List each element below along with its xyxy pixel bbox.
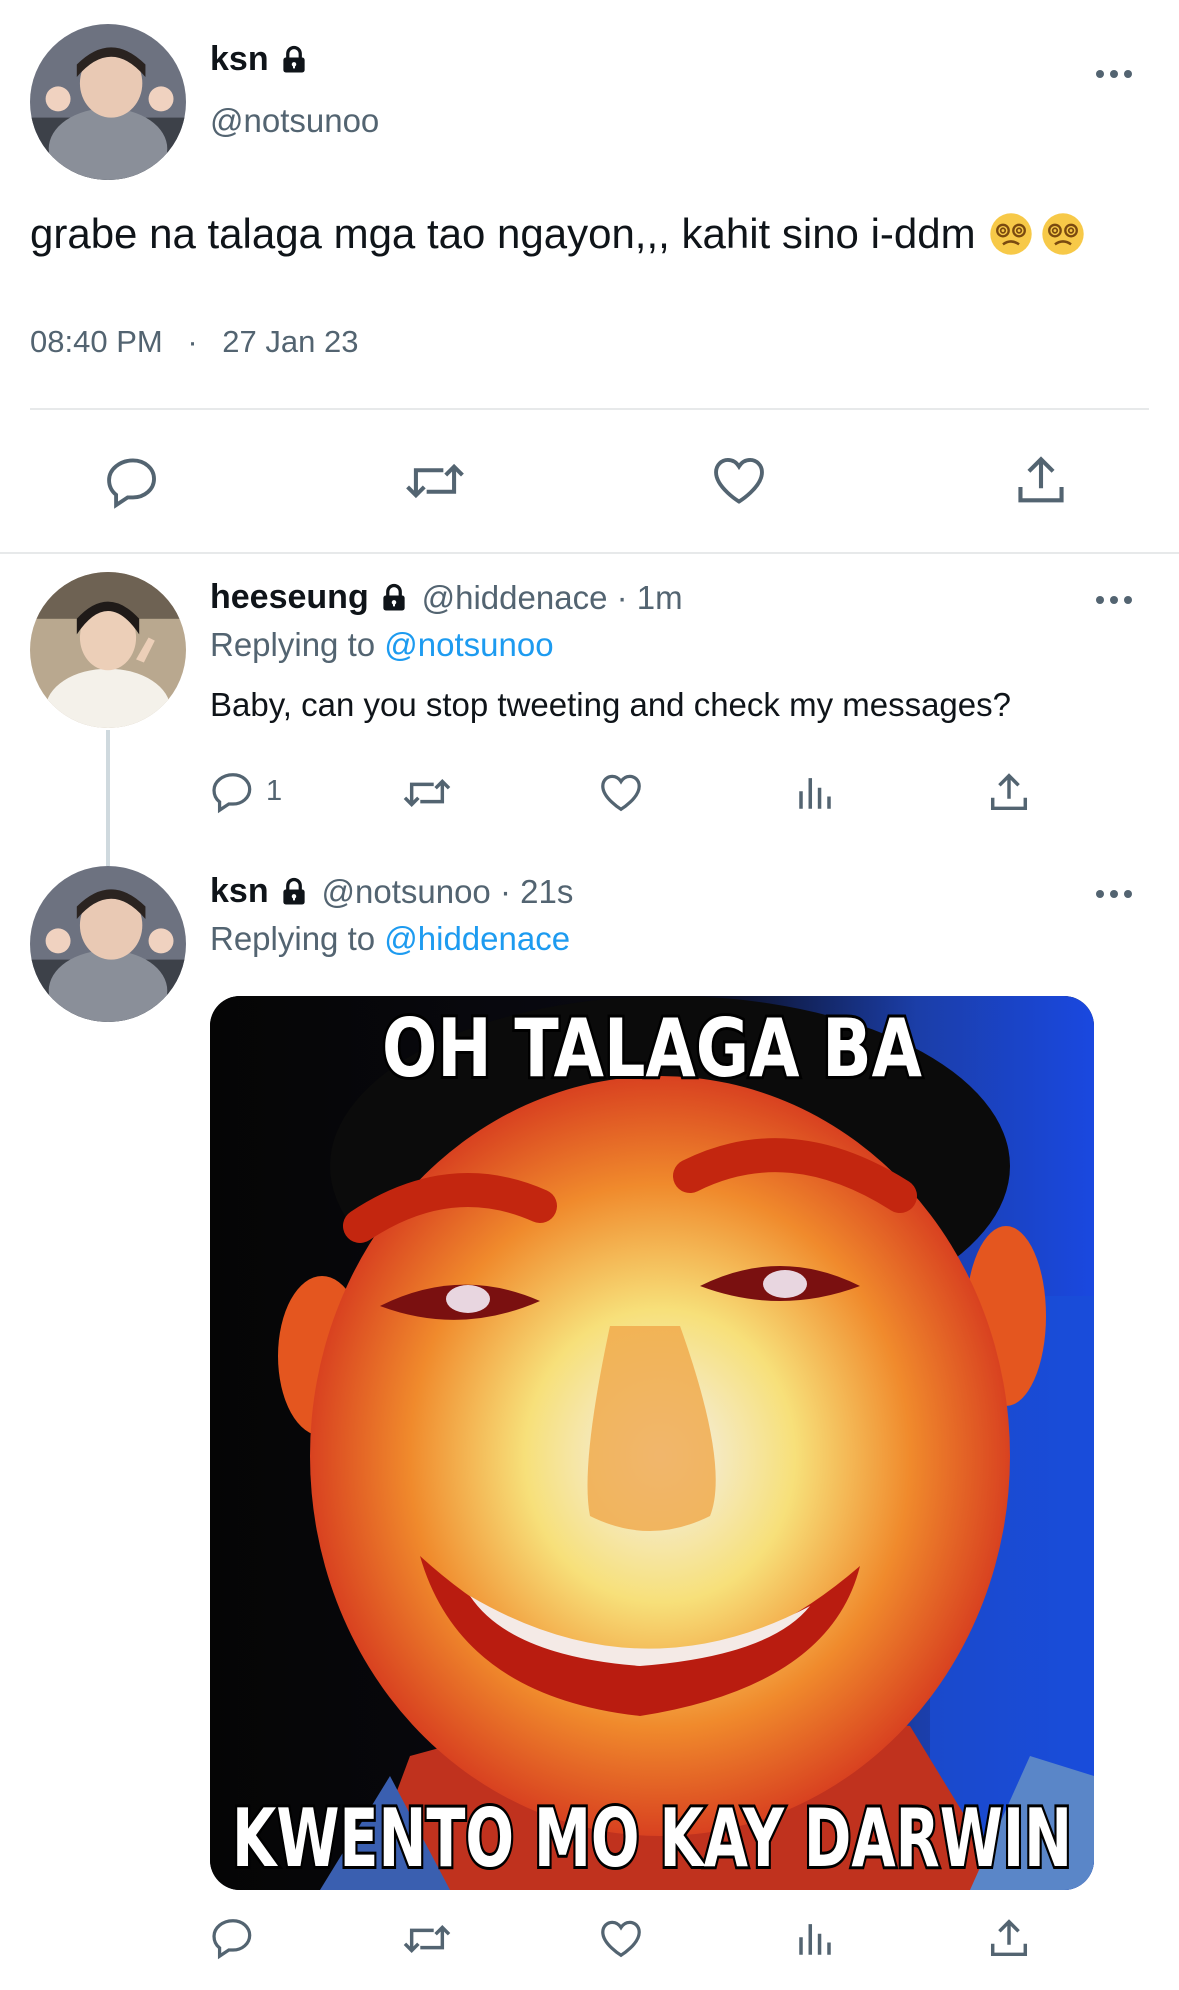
reply-button[interactable] xyxy=(210,1914,256,1960)
reply-count: 1 xyxy=(266,774,283,807)
retweet-icon xyxy=(406,463,464,499)
views-button[interactable] xyxy=(794,772,836,814)
reply-button[interactable]: 1 xyxy=(210,768,282,814)
views-button[interactable] xyxy=(794,1918,836,1960)
replying-prefix: Replying to xyxy=(210,626,385,663)
dizzy-face-icon xyxy=(989,213,1032,255)
reply-icon xyxy=(212,773,252,814)
mention-link[interactable]: @hiddenace xyxy=(384,920,570,957)
like-button[interactable] xyxy=(598,1916,644,1962)
reply-time[interactable]: 1m xyxy=(637,579,683,617)
retweet-button[interactable] xyxy=(404,452,466,510)
reply-handle[interactable]: @hiddenace xyxy=(422,579,608,617)
tweet-text-body: grabe na talaga mga tao ngayon,,, kahit … xyxy=(30,210,976,257)
reply-text: Baby, can you stop tweeting and check my… xyxy=(210,686,1011,723)
main-handle[interactable]: @notsunoo xyxy=(210,102,379,140)
replying-prefix: Replying to xyxy=(210,920,385,957)
share-icon xyxy=(1018,456,1064,503)
dizzy-face-icon xyxy=(1041,213,1084,255)
meta-separator: · xyxy=(607,578,637,616)
tweet-time: 08:40 PM xyxy=(30,324,163,359)
display-name[interactable]: ksn xyxy=(210,40,269,79)
reply-1-header: heeseung @hiddenace · 1m xyxy=(210,578,683,622)
lock-icon xyxy=(283,877,305,904)
like-icon xyxy=(714,458,764,504)
lock-icon xyxy=(283,45,305,72)
analytics-icon xyxy=(799,1924,831,1955)
more-options-icon[interactable] xyxy=(1096,68,1136,80)
avatar-heeseung[interactable] xyxy=(30,572,186,728)
like-icon xyxy=(601,1920,641,1958)
main-author[interactable]: ksn xyxy=(210,40,309,80)
reply-icon xyxy=(212,1919,252,1960)
share-button[interactable] xyxy=(1012,452,1070,510)
share-icon xyxy=(990,773,1028,811)
tweet-text: grabe na talaga mga tao ngayon,,, kahit … xyxy=(30,210,1086,258)
reply-icon xyxy=(107,458,156,509)
replying-to: Replying to @hiddenace xyxy=(210,920,570,958)
reply-button[interactable] xyxy=(104,452,162,510)
avatar-ksn[interactable] xyxy=(30,866,186,1022)
share-button[interactable] xyxy=(986,770,1032,816)
timestamp-separator: · xyxy=(187,324,198,359)
like-icon xyxy=(601,774,641,812)
reply-2-header: ksn @notsunoo · 21s xyxy=(210,872,573,916)
more-options-icon[interactable] xyxy=(1096,594,1136,606)
like-button[interactable] xyxy=(710,452,768,510)
share-icon xyxy=(990,1919,1028,1957)
share-button[interactable] xyxy=(986,1916,1032,1962)
tweet-date: 27 Jan 23 xyxy=(222,324,359,359)
thread-connector xyxy=(106,730,110,866)
lock-icon xyxy=(383,583,405,610)
display-name[interactable]: heeseung xyxy=(210,578,369,617)
meme-top-text: OH TALAGA BA xyxy=(382,1002,922,1095)
retweet-button[interactable] xyxy=(402,770,452,816)
reply-time[interactable]: 21s xyxy=(520,873,573,911)
reply-handle[interactable]: @notsunoo xyxy=(322,873,491,911)
retweet-icon xyxy=(403,779,451,807)
avatar-main[interactable] xyxy=(30,24,186,180)
meta-separator: · xyxy=(490,872,521,910)
mention-link[interactable]: @notsunoo xyxy=(384,626,553,663)
tweet-timestamp[interactable]: 08:40 PM · 27 Jan 23 xyxy=(30,324,358,360)
more-options-icon[interactable] xyxy=(1096,888,1136,900)
meme-bottom-text: KWENTO MO KAY DARWIN xyxy=(232,1792,1072,1885)
display-name[interactable]: ksn xyxy=(210,872,269,911)
retweet-button[interactable] xyxy=(402,1916,452,1962)
media-image[interactable]: OH TALAGA BA KWENTO MO KAY DARWIN xyxy=(210,996,1094,1890)
replying-to: Replying to @notsunoo xyxy=(210,626,554,664)
section-divider xyxy=(0,552,1179,554)
like-button[interactable] xyxy=(598,770,644,816)
retweet-icon xyxy=(403,1925,451,1953)
divider xyxy=(30,408,1149,410)
analytics-icon xyxy=(799,778,831,809)
